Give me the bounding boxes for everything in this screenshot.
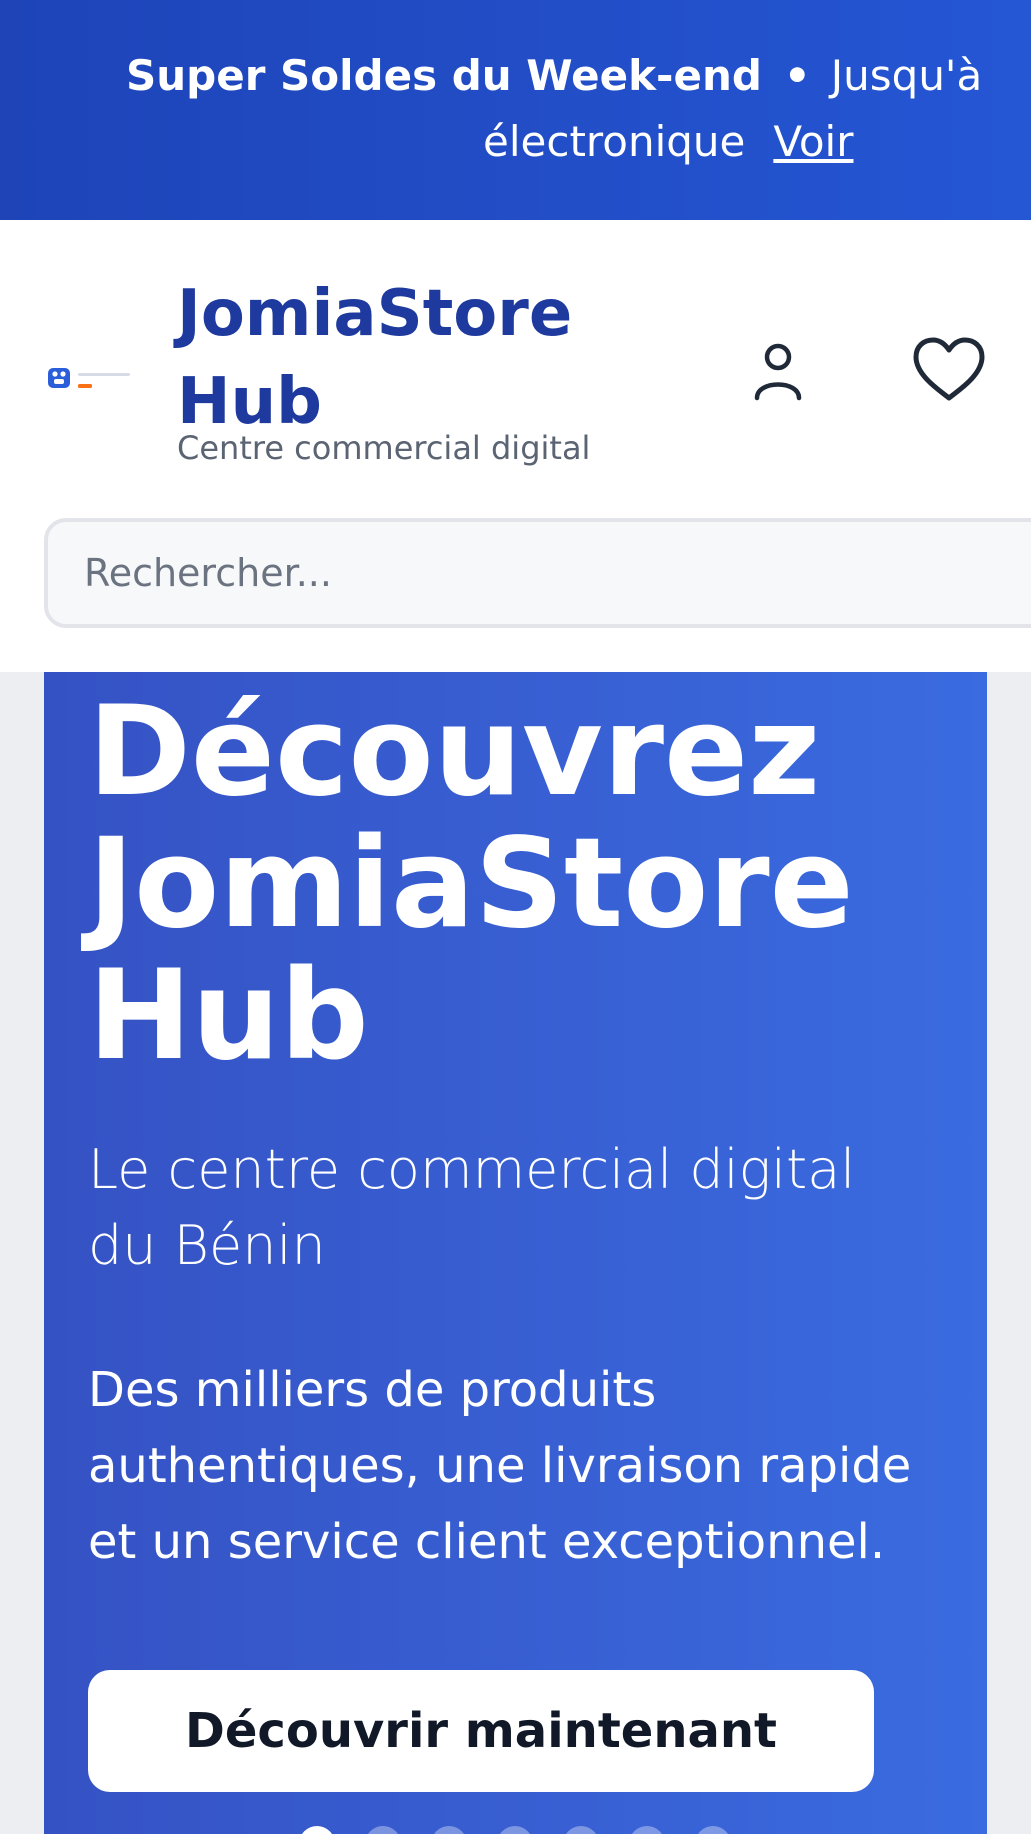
- hero-banner: Découvrez JomiaStore Hub Le centre comme…: [44, 672, 987, 1834]
- page: Super Soldes du Week-end • Jusqu'à électro…: [0, 0, 1031, 1834]
- user-icon: [754, 343, 802, 401]
- carousel-dot[interactable]: [563, 1826, 599, 1834]
- brand-name[interactable]: JomiaStore Hub: [177, 270, 657, 446]
- carousel-dot[interactable]: [695, 1826, 731, 1834]
- account-button[interactable]: [750, 340, 806, 402]
- carousel-dot[interactable]: [365, 1826, 401, 1834]
- logo[interactable]: [48, 360, 148, 400]
- promo-line-1: Super Soldes du Week-end • Jusqu'à: [126, 50, 982, 102]
- hero-subtitle: Le centre commercial digital du Bénin: [88, 1138, 856, 1277]
- logo-mark: [48, 368, 130, 388]
- discover-now-button[interactable]: Découvrir maintenant: [88, 1670, 874, 1792]
- promo-text-2: électronique: [483, 117, 746, 166]
- hero-title: Découvrez JomiaStore Hub: [88, 680, 854, 1088]
- promo-link[interactable]: Voir: [773, 117, 853, 166]
- wishlist-button[interactable]: [912, 336, 986, 404]
- promo-text-1: Jusqu'à: [830, 51, 983, 100]
- promo-separator: •: [783, 51, 811, 100]
- site-header: JomiaStore Hub Centre commercial digital: [0, 220, 1031, 672]
- carousel-dot[interactable]: [431, 1826, 467, 1834]
- promo-banner: Super Soldes du Week-end • Jusqu'à électro…: [0, 0, 1031, 220]
- carousel-dot[interactable]: [629, 1826, 665, 1834]
- hero-description: Des milliers de produits authentiques, u…: [88, 1362, 912, 1570]
- search-input[interactable]: [44, 518, 1031, 628]
- promo-line-2: électronique Voir: [483, 116, 853, 168]
- carousel-dot[interactable]: [299, 1826, 335, 1834]
- heart-icon: [913, 337, 985, 401]
- promo-title: Super Soldes du Week-end: [126, 51, 762, 100]
- brand-tagline: Centre commercial digital: [177, 429, 591, 467]
- carousel-dot[interactable]: [497, 1826, 533, 1834]
